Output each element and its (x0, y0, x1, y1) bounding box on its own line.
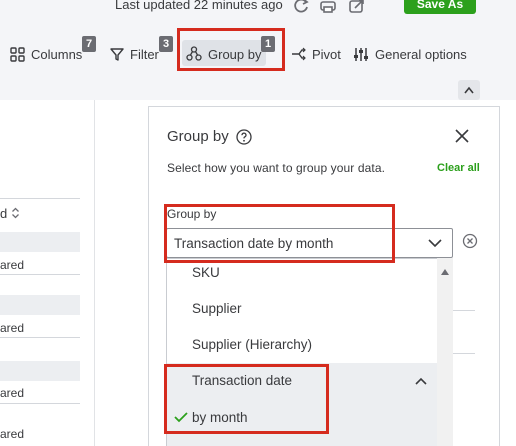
dropdown-option-transaction-date[interactable]: Transaction date (192, 373, 292, 388)
columns-count-badge: 7 (82, 36, 96, 52)
help-icon[interactable] (236, 129, 252, 145)
last-updated-text: Last updated 22 minutes ago (115, 0, 283, 12)
group-by-button[interactable]: Group by (186, 44, 261, 64)
general-options-icon (354, 47, 368, 61)
filter-count-badge: 3 (159, 36, 173, 52)
columns-button[interactable]: Columns (10, 44, 82, 64)
group-by-selected-value: Transaction date by month (174, 236, 334, 251)
filter-label: Filter (130, 46, 159, 62)
group-by-icon (186, 46, 202, 61)
general-options-button[interactable]: General options (353, 44, 467, 64)
table-group-row (0, 361, 80, 381)
table-row: ared (0, 258, 25, 272)
pivot-icon (292, 47, 306, 60)
dropdown-scrollbar[interactable] (437, 258, 453, 446)
table-divider (0, 274, 80, 275)
filter-button[interactable]: Filter (110, 44, 159, 64)
chevron-up-icon[interactable] (414, 375, 428, 387)
table-divider (0, 337, 80, 338)
pivot-button[interactable]: Pivot (290, 44, 341, 64)
refresh-icon[interactable] (292, 0, 310, 14)
collapse-button[interactable] (458, 80, 480, 100)
print-icon[interactable] (319, 0, 337, 14)
column-header-label: d (0, 205, 8, 221)
sort-icon (12, 207, 20, 219)
close-icon[interactable] (454, 128, 470, 144)
general-options-label: General options (375, 46, 467, 62)
remove-group-icon[interactable] (462, 233, 478, 249)
group-by-field-label: Group by (167, 207, 217, 221)
table-row: ared (0, 386, 25, 400)
scroll-up-icon[interactable] (441, 268, 449, 276)
columns-label: Columns (31, 46, 83, 62)
panel-divider (453, 310, 475, 311)
group-by-label: Group by (208, 46, 262, 62)
save-as-button[interactable]: Save As (404, 0, 476, 14)
dropdown-option-sku[interactable]: SKU (192, 265, 220, 280)
dropdown-option-supplier[interactable]: Supplier (192, 301, 242, 316)
table-group-row (0, 295, 80, 315)
report-toolbar: Last updated 22 minutes ago Save As Colu… (0, 0, 516, 100)
dropdown-option-supplier-hierarchy[interactable]: Supplier (Hierarchy) (192, 337, 312, 352)
columns-icon (10, 46, 25, 62)
group-by-count-badge: 1 (261, 36, 275, 52)
table-group-row (0, 232, 80, 252)
table-row: ared (0, 321, 25, 335)
column-header[interactable]: d (0, 198, 80, 228)
dropdown-option-by-month[interactable]: by month (192, 410, 248, 425)
table-row: ared (0, 427, 25, 441)
chevron-down-icon[interactable] (427, 236, 443, 250)
filter-icon (110, 47, 124, 61)
clear-all-link[interactable]: Clear all (437, 162, 480, 174)
export-icon[interactable] (348, 0, 366, 14)
panel-description: Select how you want to group your data. (167, 161, 386, 175)
check-icon (174, 412, 188, 423)
panel-divider (453, 353, 475, 354)
pivot-label: Pivot (312, 46, 341, 62)
panel-title: Group by (167, 128, 229, 145)
table-divider (0, 403, 80, 404)
collapse-icon (464, 86, 474, 94)
